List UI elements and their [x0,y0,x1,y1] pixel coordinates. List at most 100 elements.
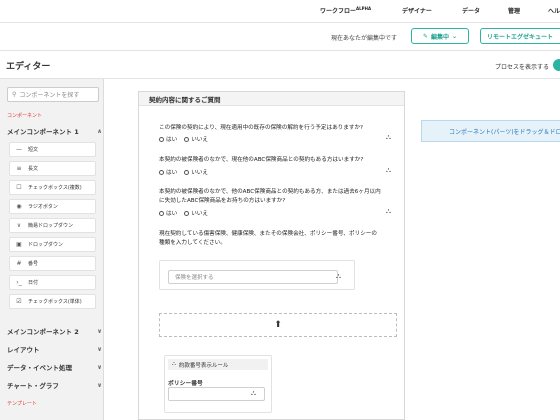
component-label: 簡易ドロップダウン [28,223,74,229]
nav-admin[interactable]: 管理 [508,6,520,15]
editing-button[interactable]: ✎ 編集中 ⌄ [411,28,469,44]
radio-circle [184,169,190,175]
radio-no-label: いいえ [191,137,208,143]
alpha-badge: ALPHA [356,6,372,11]
section-main1-label: メインコンポーネント 1 [7,128,79,136]
component-label: ラジオボタン [28,204,58,210]
number-icon: # [16,260,22,267]
radio-yes[interactable]: はい [159,135,177,143]
section-data-event[interactable]: データ・イベント処理 ∨ [7,362,102,373]
remote-execute-button[interactable]: リモートエグゼキュート [480,28,560,44]
section-main2-label: メインコンポーネント 2 [7,328,79,336]
question-4: 現在契約している傷害保険、健康保険、またその保険会社、ポリシー番号、ポリシーの種… [159,231,377,246]
component-label: 短文 [28,147,39,153]
radio-group-3: はい いいえ [159,209,208,217]
editing-status-text: 現在あなたが編集中です [331,35,398,42]
show-process-toggle[interactable] [553,59,560,71]
radio-circle [159,210,164,216]
radio-circle [159,169,164,175]
component-label: 番号 [28,261,39,267]
chevron-down-icon: ∨ [97,381,102,389]
section-main2[interactable]: メインコンポーネント 2 ∨ [7,326,102,337]
nav-designer[interactable]: デザイナー [402,6,432,15]
section-main1[interactable]: メインコンポーネント 1 ∧ [7,126,102,137]
section-chart-label: チャート・グラフ [7,382,59,390]
radio-no-label: いいえ [191,170,208,176]
component-label: 長文 [28,166,39,172]
chevron-down-icon: ∨ [97,327,102,335]
component-item[interactable]: ›_ 日付 [9,275,96,290]
section-layout[interactable]: レイアウト ∨ [7,344,102,355]
radio-group-2: はい いいえ [159,168,208,176]
nav-help[interactable]: ヘル [548,6,560,15]
top-divider [0,22,560,23]
nav-data[interactable]: データ [462,6,480,15]
search-placeholder: コンポーネントを探す [19,92,80,99]
component-sidebar: ⚲ コンポーネントを探す コンポーネント メインコンポーネント 1 ∧ — 短文 … [0,79,104,420]
search-icon: ⚲ [12,91,17,98]
hierarchy-icon[interactable]: ⛬ [386,166,391,175]
top-nav: ワークフローALPHA デザイナー データ 管理 ヘル [0,0,560,22]
component-item[interactable]: ∨ 簡易ドロップダウン [9,218,96,233]
checkbox-multi-icon: ☐ [16,184,22,191]
upload-icon: ⬆ [274,320,282,330]
radio-yes-label: はい [166,170,178,176]
section-chart[interactable]: チャート・グラフ ∨ [7,380,102,391]
radio-yes-label: はい [166,137,178,143]
component-item[interactable]: ▣ ドロップダウン [9,237,96,252]
hierarchy-icon: ⛬ [172,361,176,367]
component-item[interactable]: ☑ チェックボックス(単体) [9,294,96,309]
component-item[interactable]: ☐ チェックボックス(複数) [9,180,96,195]
component-item[interactable]: ≡ 長文 [9,161,96,176]
radio-no[interactable]: いいえ [184,135,208,143]
component-dropzone[interactable]: コンポーネント(パーツ)をドラッグ＆ドロップ [421,120,560,142]
question-1: この保険の契約により、現在適用中の既存の保険の解約を行う予定はありますか? [159,125,364,131]
template-label: テンプレート [7,401,37,407]
component-item[interactable]: ◉ ラジオボタン [9,199,96,214]
drop-area[interactable]: ⬆ [159,313,397,337]
hierarchy-icon[interactable]: ⛬ [336,272,341,281]
show-process-label: プロセスを表示する [495,64,550,71]
policy-rule-box[interactable]: ⛬ 約款番号表示ルール ポリシー番号 ⛬ [164,355,272,413]
radio-group-1: はい いいえ [159,135,208,143]
hierarchy-icon[interactable]: ⛬ [386,133,391,142]
date-icon: ›_ [16,279,22,286]
component-item[interactable]: — 短文 [9,142,96,157]
component-label: チェックボックス(単体) [28,299,82,305]
component-search-input[interactable]: ⚲ コンポーネントを探す [7,87,99,102]
components-label: コンポーネント [7,113,43,119]
rule-header: ⛬ 約款番号表示ルール [168,359,268,370]
editbar-divider [0,50,560,51]
radio-icon: ◉ [16,203,22,210]
form-section-panel[interactable]: 契約内容に関するご質問 この保険の契約により、現在適用中の既存の保険の解約を行う… [138,91,405,420]
section-layout-label: レイアウト [7,346,40,354]
radio-no[interactable]: いいえ [184,168,208,176]
hierarchy-icon[interactable]: ⛬ [251,389,256,398]
simple-dropdown-icon: ∨ [16,222,22,229]
radio-yes[interactable]: はい [159,209,177,217]
policy-number-label: ポリシー番号 [168,381,203,387]
component-label: チェックボックス(複数) [28,185,82,191]
dropdown-icon: ▣ [16,241,22,248]
question-2: 本契約の被保険者のなかで、現在他のABC保険商品との契約もある方はいますか? [159,157,364,163]
component-item[interactable]: # 番号 [9,256,96,271]
radio-no-label: いいえ [191,211,208,217]
component-label: 日付 [28,280,39,286]
radio-no[interactable]: いいえ [184,209,208,217]
chevron-up-icon: ∧ [97,127,102,135]
chevron-down-icon: ∨ [97,345,102,353]
radio-yes[interactable]: はい [159,168,177,176]
hierarchy-icon[interactable]: ⛬ [386,207,391,216]
question-3: 本契約の被保険者のなかで、他のABC保険商品との契約もある方、または過去6ヶ月以… [159,189,381,204]
checkbox-single-icon: ☑ [16,298,22,305]
pencil-icon: ✎ [422,32,428,40]
section-data-event-label: データ・イベント処理 [7,364,72,372]
nav-workflow-label: ワークフロー [320,8,357,15]
insurance-select[interactable]: 保険を選択する [168,270,338,284]
chevron-down-icon: ⌄ [452,32,458,40]
radio-circle [184,210,190,216]
radio-circle [184,136,190,142]
editing-label: 編集中 [430,33,449,41]
nav-workflow[interactable]: ワークフローALPHA [320,6,371,15]
component-label: ドロップダウン [28,242,64,248]
